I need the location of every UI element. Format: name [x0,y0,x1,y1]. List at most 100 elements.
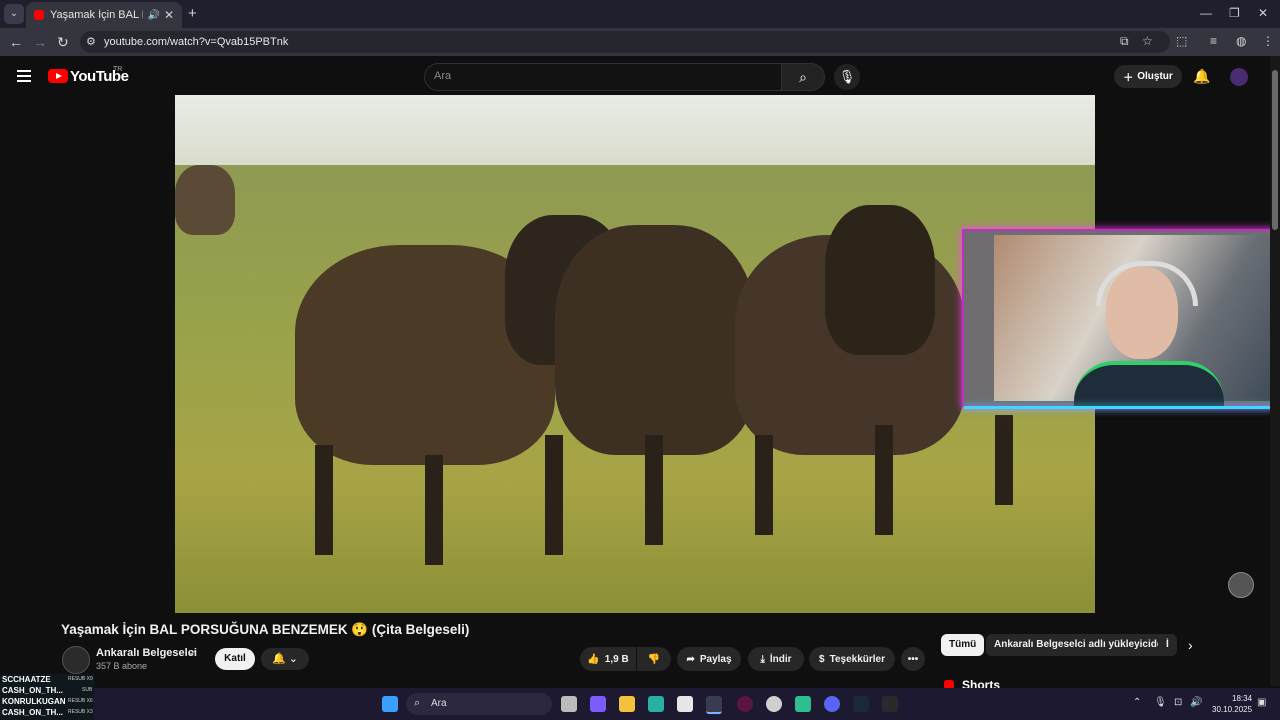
subscriber-count: 357 B abone [96,661,148,671]
chip-uploader[interactable]: Ankaralı Belgeselci adlı yükleyiciden [986,634,1177,656]
tab-close-icon[interactable]: ✕ [164,8,174,22]
download-label: İndir [769,653,792,665]
wildebeest-leg [425,455,443,565]
close-window-button[interactable]: ✕ [1258,6,1268,20]
new-tab-button[interactable]: + [188,5,197,22]
bell-icon: 🔔 [272,653,286,665]
volume-icon[interactable]: 🔊 [1190,697,1202,708]
tray-expand-icon[interactable]: ⌃ [1133,697,1141,708]
taskbar-clock[interactable]: 18:34 30.10.2025 [1212,693,1252,715]
chip-partial[interactable]: İ [1158,634,1177,656]
site-info-icon[interactable]: ⚙ [86,35,96,48]
download-icon: ⤓ [760,653,765,665]
media-control-icon[interactable]: ≡ [1210,34,1217,48]
streamer-webcam-overlay [962,229,1277,409]
wildebeest-leg [315,445,333,555]
tab-audio-icon[interactable]: 🔊 [147,10,159,21]
search-button[interactable]: ⌕ [781,63,825,91]
join-button[interactable]: Katıl [215,648,255,670]
wildebeest-leg [545,435,563,555]
voice-search-button[interactable]: 🎙 [834,64,860,90]
taskbar-search-icon: ⌕ [414,697,421,709]
bookmark-star-icon[interactable]: ☆ [1142,34,1153,48]
discord-icon[interactable] [824,696,840,712]
share-button[interactable]: ➦ Paylaş [677,647,741,671]
notifications-bell-icon[interactable]: 🔔 [1193,68,1210,85]
reload-icon[interactable]: ↻ [57,34,69,51]
thumbs-up-icon: 👍 [587,653,600,665]
task-view-icon[interactable] [561,696,577,712]
wildebeest-leg [995,415,1013,505]
chat-badge: RESUB X9 [68,676,93,682]
opera-icon[interactable] [737,696,753,712]
channel-watermark-icon[interactable] [1228,572,1254,598]
account-avatar[interactable] [1230,68,1248,86]
app-icon[interactable] [766,696,782,712]
browser-menu-icon[interactable]: ⋮ [1262,34,1274,48]
thanks-icon: $ [819,653,825,665]
forward-arrow-icon[interactable]: → [33,34,47,50]
back-arrow-icon[interactable]: ← [9,34,23,50]
chat-badge: SUB [82,687,93,693]
store-icon[interactable] [677,696,693,712]
video-frame-sky [175,95,1095,175]
thanks-button[interactable]: $ Teşekkürler [809,647,895,671]
browser-tab-youtube[interactable]: Yaşamak İçin BAL PORSUĞU 🔊 ✕ [26,2,182,28]
webcam-streamer-shirt [1074,361,1224,407]
download-button[interactable]: ⤓ İndir [748,647,804,671]
notification-center-icon[interactable]: ▣ [1257,697,1266,708]
chat-username: CASH_ON_TH... [2,708,63,717]
youtube-logo-icon[interactable] [48,69,68,83]
subscription-bell-button[interactable]: 🔔 ⌄ [261,648,309,670]
chrome-icon[interactable] [706,696,722,714]
restore-button[interactable]: ❐ [1229,6,1240,20]
chevron-right-icon[interactable]: › [1188,637,1193,653]
like-count: 1,9 B [604,653,629,665]
channel-avatar[interactable] [62,646,90,674]
thanks-label: Teşekkürler [829,653,885,665]
chat-badge: RESUB X6 [68,698,93,704]
cast-icon[interactable]: ⧉ [1120,34,1129,49]
url-text[interactable]: youtube.com/watch?v=Qvab15PBTnk [104,36,288,48]
tab-search-button[interactable]: ⌄ [4,4,24,24]
video-title: Yaşamak İçin BAL PORSUĞUNA BENZEMEK 😲 (Ç… [61,622,470,637]
wildebeest-figure [175,165,235,235]
plus-icon: ＋ [1123,73,1134,84]
edge-icon[interactable] [648,696,664,712]
wildebeest-head [825,205,935,355]
more-actions-button[interactable]: ••• [901,647,925,671]
share-icon: ➦ [686,653,695,665]
taskbar-search-label: Ara [431,698,447,709]
webcam-glow-bar [964,406,1275,409]
minimize-button[interactable]: — [1200,6,1212,20]
copilot-icon[interactable] [590,696,606,712]
file-explorer-icon[interactable] [619,696,635,712]
clock-date: 30.10.2025 [1212,705,1253,714]
like-button[interactable]: 👍 1,9 B [580,647,636,671]
taskbar-search-box[interactable] [406,693,552,715]
menu-hamburger-icon[interactable] [17,70,31,82]
windows-start-icon[interactable] [382,696,398,712]
dislike-button[interactable]: 👎 [637,647,671,671]
chat-username: KONRULKUGAN [2,697,66,706]
profile-icon[interactable]: ◍ [1236,34,1246,48]
microphone-tray-icon[interactable]: 🎙 [1154,697,1167,708]
channel-name[interactable]: Ankaralı Belgeselci [96,647,197,659]
game-app-icon[interactable] [795,696,811,712]
search-placeholder: Ara [434,70,452,82]
extensions-icon[interactable]: ⬚ [1176,34,1187,48]
chip-all[interactable]: Tümü [941,634,985,656]
steam-icon[interactable] [853,696,869,712]
create-button[interactable]: ＋ Oluştur [1114,65,1182,88]
network-icon[interactable]: ⊡ [1174,697,1182,708]
scrollbar-thumb[interactable] [1272,70,1278,230]
search-input[interactable] [424,63,783,91]
epic-games-icon[interactable] [882,696,898,712]
search-icon: ⌕ [799,69,807,85]
wildebeest-leg [645,435,663,545]
more-icon: ••• [907,653,919,665]
create-label: Oluştur [1137,71,1173,82]
chat-username: CASH_ON_TH... [2,686,63,695]
chat-username: SCCHAATZE [2,675,51,684]
video-player[interactable] [175,95,1095,613]
